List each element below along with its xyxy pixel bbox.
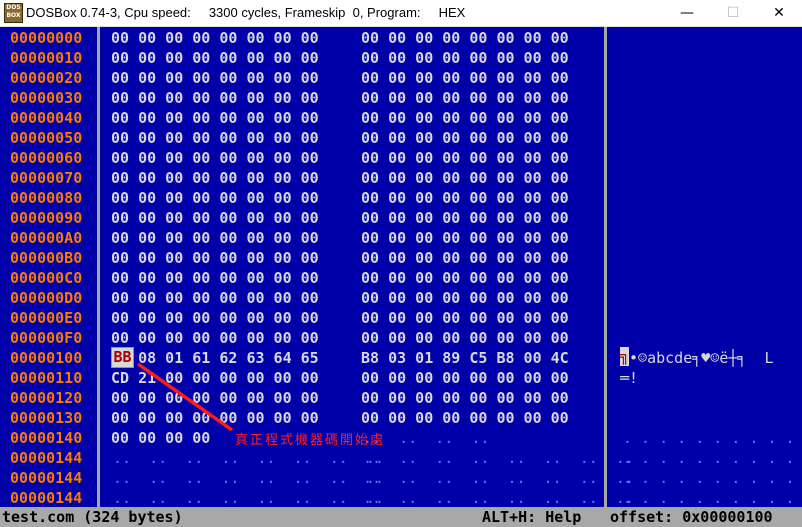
- status-offset: offset: 0x00000100: [610, 508, 773, 526]
- hex-editor-screen[interactable]: 00000000 00 00 00 00 00 00 00 00 00 00 00 …: [0, 27, 802, 507]
- maximize-button[interactable]: ☐: [710, 0, 756, 26]
- status-help: ALT+H: Help: [482, 508, 582, 526]
- title-bar: DOS BOX DOSBox 0.74-3, Cpu speed: 3300 c…: [0, 0, 802, 27]
- close-button[interactable]: ✕: [756, 0, 802, 26]
- annotation-arrow: [136, 362, 234, 432]
- minimize-button[interactable]: —: [664, 0, 710, 26]
- annotation-text: 真正程式機器碼開始處: [235, 433, 386, 448]
- dosbox-icon: DOS BOX: [4, 3, 23, 23]
- status-file: test.com (324 bytes): [2, 508, 183, 526]
- window-title: DOSBox 0.74-3, Cpu speed: 3300 cycles, F…: [26, 5, 466, 20]
- status-bar: test.com (324 bytes) ALT+H: Help offset:…: [0, 507, 802, 527]
